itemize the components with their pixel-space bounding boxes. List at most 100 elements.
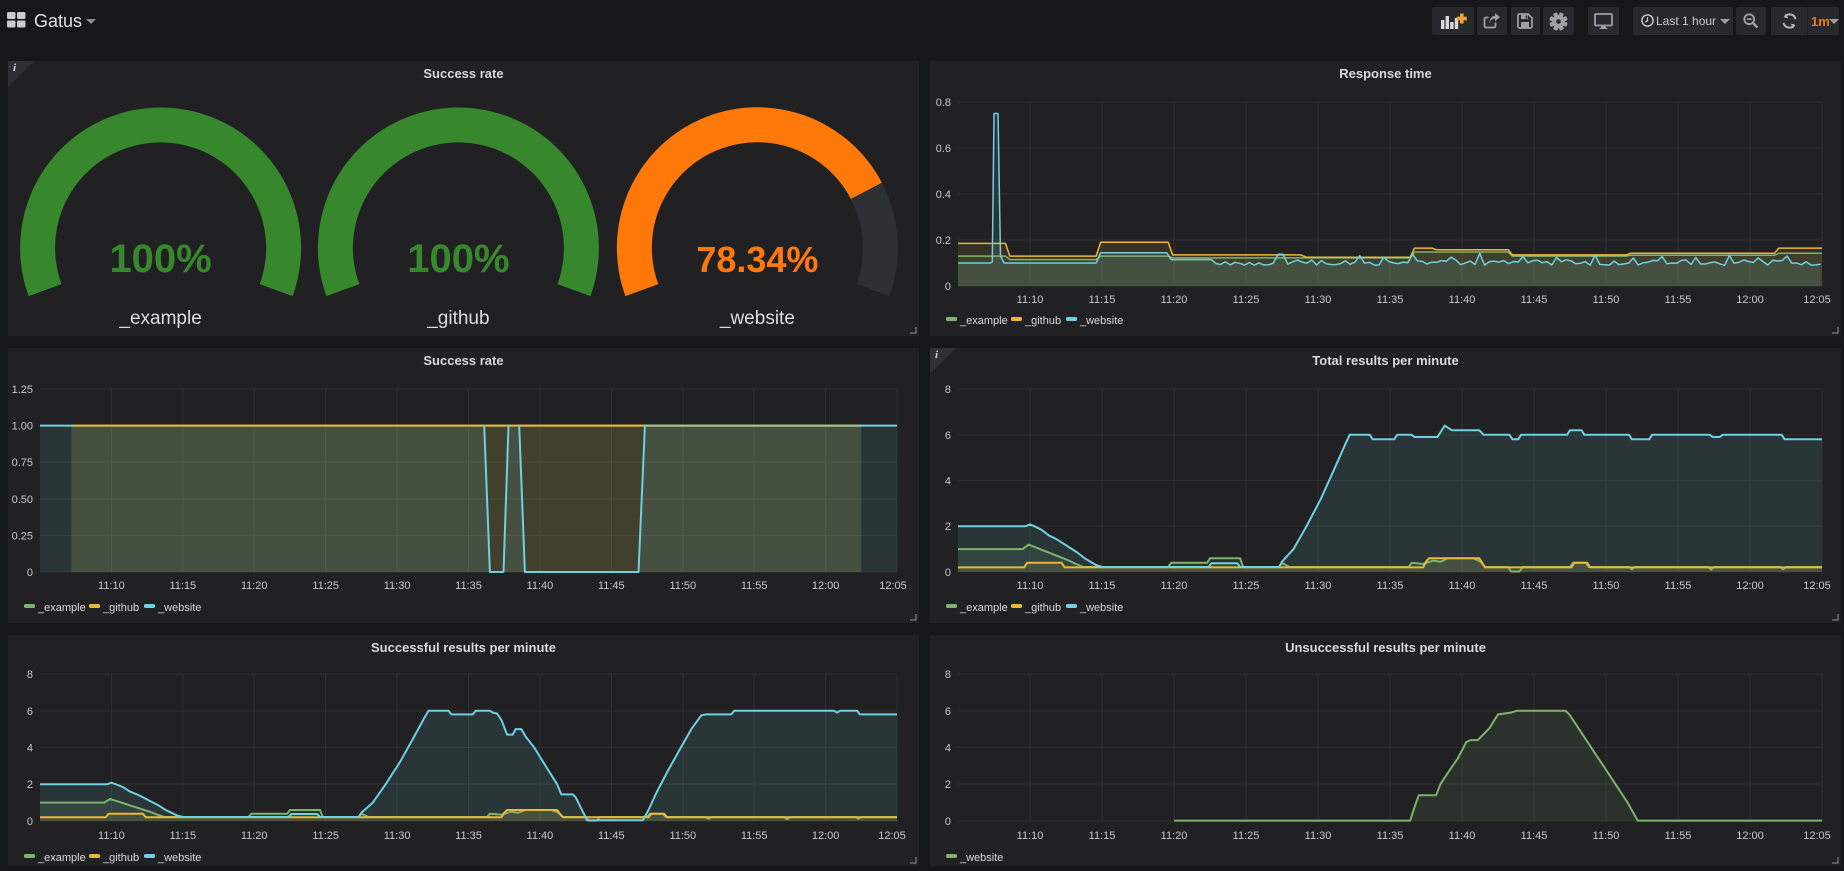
svg-text:78.34%: 78.34% xyxy=(696,239,818,280)
svg-text:0.25: 0.25 xyxy=(12,530,33,542)
svg-text:11:30: 11:30 xyxy=(1305,294,1332,306)
svg-text:4: 4 xyxy=(27,743,33,755)
svg-text:100%: 100% xyxy=(407,237,509,281)
svg-text:11:50: 11:50 xyxy=(1593,830,1620,842)
svg-text:11:15: 11:15 xyxy=(1089,580,1116,592)
svg-text:11:10: 11:10 xyxy=(1017,294,1044,306)
svg-text:11:30: 11:30 xyxy=(1305,830,1332,842)
svg-text:_website: _website xyxy=(157,602,201,614)
svg-text:6: 6 xyxy=(945,430,951,442)
svg-text:11:40: 11:40 xyxy=(1449,830,1476,842)
svg-text:0: 0 xyxy=(945,281,951,293)
svg-text:12:00: 12:00 xyxy=(1736,294,1764,306)
svg-text:11:40: 11:40 xyxy=(527,830,554,842)
svg-text:11:40: 11:40 xyxy=(1449,580,1476,592)
svg-text:11:15: 11:15 xyxy=(169,830,196,842)
svg-text:_example: _example xyxy=(959,315,1008,327)
svg-text:12:00: 12:00 xyxy=(1736,580,1764,592)
svg-text:11:10: 11:10 xyxy=(98,830,125,842)
svg-text:11:35: 11:35 xyxy=(455,830,482,842)
svg-text:_github: _github xyxy=(1024,315,1061,327)
svg-text:2: 2 xyxy=(945,779,951,791)
svg-text:11:25: 11:25 xyxy=(312,830,339,842)
svg-text:11:15: 11:15 xyxy=(169,580,196,592)
svg-text:11:35: 11:35 xyxy=(1377,830,1404,842)
svg-text:11:45: 11:45 xyxy=(1521,580,1548,592)
svg-text:11:20: 11:20 xyxy=(1161,294,1188,306)
svg-text:_website: _website xyxy=(959,852,1003,864)
svg-text:_website: _website xyxy=(157,852,201,864)
svg-text:11:50: 11:50 xyxy=(669,830,696,842)
svg-text:11:30: 11:30 xyxy=(1305,580,1332,592)
svg-text:_example: _example xyxy=(118,308,201,329)
svg-text:11:30: 11:30 xyxy=(384,830,411,842)
svg-text:11:45: 11:45 xyxy=(598,830,625,842)
svg-text:4: 4 xyxy=(945,476,951,488)
svg-text:0.6: 0.6 xyxy=(936,143,951,155)
svg-text:11:55: 11:55 xyxy=(1665,580,1692,592)
svg-text:0: 0 xyxy=(945,567,951,579)
svg-text:12:05: 12:05 xyxy=(1803,580,1831,592)
svg-text:11:20: 11:20 xyxy=(1161,580,1188,592)
svg-text:11:10: 11:10 xyxy=(98,580,125,592)
svg-text:1.00: 1.00 xyxy=(12,421,33,433)
svg-text:12:05: 12:05 xyxy=(878,830,906,842)
svg-text:_example: _example xyxy=(37,602,86,614)
svg-text:11:45: 11:45 xyxy=(598,580,625,592)
svg-text:6: 6 xyxy=(27,706,33,718)
svg-text:6: 6 xyxy=(945,706,951,718)
svg-text:_example: _example xyxy=(959,602,1008,614)
svg-text:100%: 100% xyxy=(109,237,211,281)
svg-text:0.4: 0.4 xyxy=(936,189,951,201)
svg-text:0.2: 0.2 xyxy=(936,235,951,247)
svg-text:_website: _website xyxy=(1079,602,1123,614)
svg-text:11:15: 11:15 xyxy=(1089,830,1116,842)
svg-text:11:20: 11:20 xyxy=(1161,830,1188,842)
svg-text:_github: _github xyxy=(102,852,139,864)
svg-text:11:50: 11:50 xyxy=(1593,294,1620,306)
svg-text:0.8: 0.8 xyxy=(936,97,951,109)
svg-text:11:50: 11:50 xyxy=(1593,580,1620,592)
svg-text:0: 0 xyxy=(945,816,951,828)
svg-text:11:35: 11:35 xyxy=(1377,294,1404,306)
svg-text:_github: _github xyxy=(102,602,139,614)
svg-text:12:00: 12:00 xyxy=(812,830,840,842)
svg-text:11:15: 11:15 xyxy=(1089,294,1116,306)
svg-text:0: 0 xyxy=(27,816,33,828)
svg-text:_website: _website xyxy=(719,308,795,329)
svg-text:11:35: 11:35 xyxy=(1377,580,1404,592)
svg-text:11:25: 11:25 xyxy=(1233,830,1260,842)
svg-text:11:55: 11:55 xyxy=(1665,294,1692,306)
svg-text:0.75: 0.75 xyxy=(12,457,33,469)
svg-text:11:40: 11:40 xyxy=(1449,294,1476,306)
svg-text:11:25: 11:25 xyxy=(1233,294,1260,306)
svg-text:11:45: 11:45 xyxy=(1521,830,1548,842)
svg-text:11:30: 11:30 xyxy=(384,580,411,592)
svg-text:11:25: 11:25 xyxy=(312,580,339,592)
svg-text:11:55: 11:55 xyxy=(741,830,768,842)
svg-text:11:40: 11:40 xyxy=(527,580,554,592)
svg-text:12:00: 12:00 xyxy=(812,580,840,592)
svg-text:2: 2 xyxy=(945,521,951,533)
svg-text:11:20: 11:20 xyxy=(241,580,268,592)
svg-text:0.50: 0.50 xyxy=(12,494,33,506)
svg-text:2: 2 xyxy=(27,779,33,791)
svg-text:11:35: 11:35 xyxy=(455,580,482,592)
svg-text:11:25: 11:25 xyxy=(1233,580,1260,592)
svg-text:_github: _github xyxy=(1024,602,1061,614)
svg-text:11:55: 11:55 xyxy=(1665,830,1692,842)
svg-text:12:05: 12:05 xyxy=(1803,830,1831,842)
svg-text:12:05: 12:05 xyxy=(879,580,907,592)
svg-text:11:10: 11:10 xyxy=(1017,830,1044,842)
svg-text:11:45: 11:45 xyxy=(1521,294,1548,306)
svg-text:11:20: 11:20 xyxy=(241,830,268,842)
svg-text:8: 8 xyxy=(945,669,951,681)
svg-text:8: 8 xyxy=(945,384,951,396)
svg-text:0: 0 xyxy=(27,567,33,579)
svg-text:1.25: 1.25 xyxy=(12,384,33,396)
svg-text:12:05: 12:05 xyxy=(1803,294,1831,306)
svg-text:_example: _example xyxy=(37,852,86,864)
svg-text:11:55: 11:55 xyxy=(741,580,768,592)
svg-text:_github: _github xyxy=(426,308,489,329)
svg-text:11:50: 11:50 xyxy=(669,580,696,592)
